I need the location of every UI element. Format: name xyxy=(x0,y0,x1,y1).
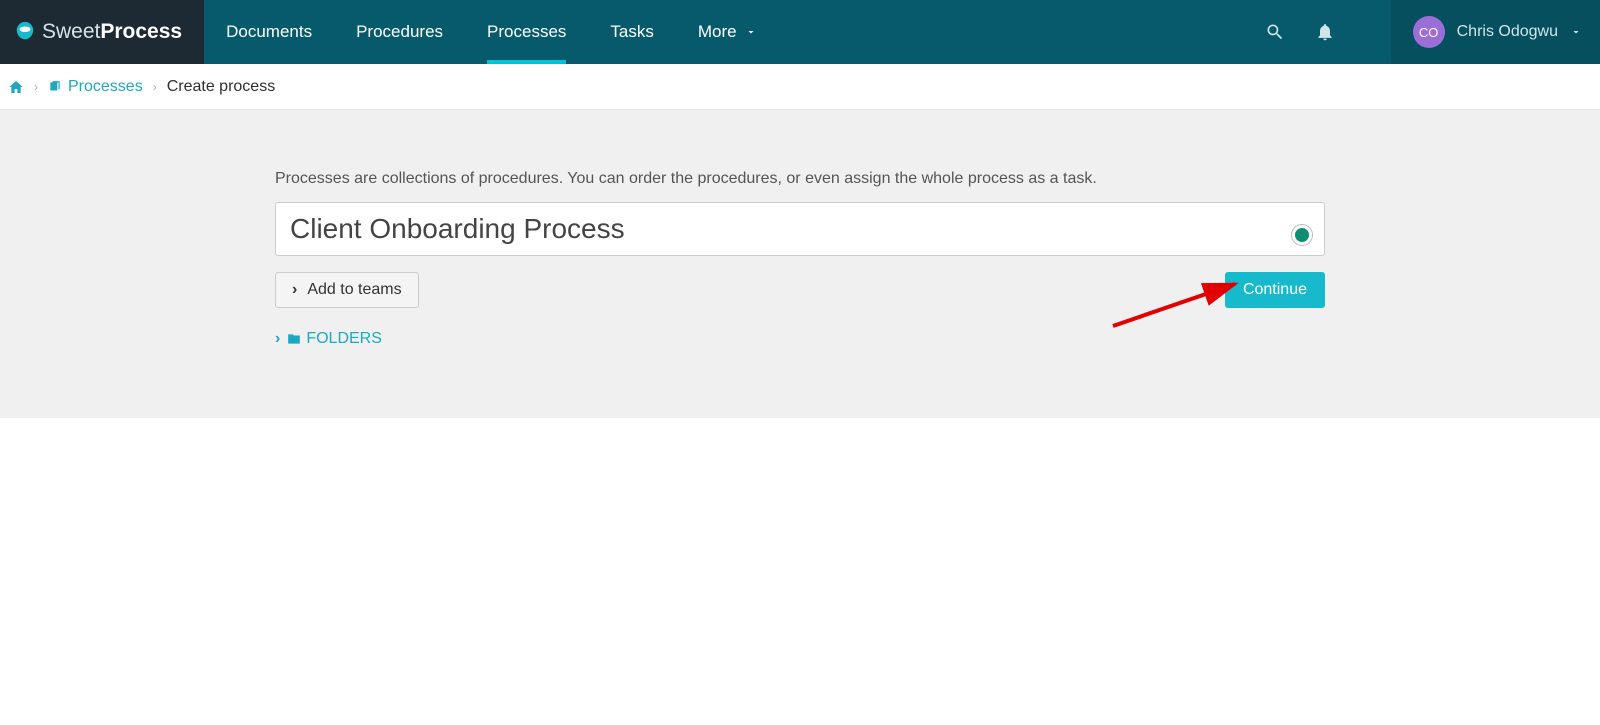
top-nav: SweetProcess Documents Procedures Proces… xyxy=(0,0,1600,64)
continue-label: Continue xyxy=(1243,281,1307,298)
bell-icon[interactable] xyxy=(1313,20,1337,44)
chevron-right-icon: › xyxy=(275,330,280,348)
nav-procedures-label: Procedures xyxy=(356,22,443,42)
content-area: Processes are collections of procedures.… xyxy=(0,110,1600,418)
form-hint: Processes are collections of procedures.… xyxy=(275,170,1325,188)
breadcrumb-separator: › xyxy=(34,80,38,94)
add-to-teams-label: Add to teams xyxy=(307,281,401,299)
top-right-icons: CO Chris Odogwu xyxy=(1263,0,1600,64)
user-menu[interactable]: CO Chris Odogwu xyxy=(1391,0,1600,64)
folder-icon xyxy=(286,332,302,346)
avatar: CO xyxy=(1413,16,1445,48)
nav-processes-label: Processes xyxy=(487,22,566,42)
chevron-down-icon xyxy=(1570,26,1582,38)
main-nav: Documents Procedures Processes Tasks Mor… xyxy=(204,0,779,64)
nav-processes[interactable]: Processes xyxy=(465,0,588,64)
nav-more-label: More xyxy=(698,22,737,42)
breadcrumb-current: Create process xyxy=(167,78,276,96)
breadcrumb-processes[interactable]: Processes xyxy=(48,78,143,96)
breadcrumb-separator: › xyxy=(153,80,157,94)
add-to-teams-button[interactable]: › Add to teams xyxy=(275,272,419,308)
breadcrumb: › Processes › Create process xyxy=(0,64,1600,110)
home-icon xyxy=(8,79,24,95)
nav-tasks-label: Tasks xyxy=(610,22,653,42)
folders-label: FOLDERS xyxy=(306,330,382,348)
brand-text: SweetProcess xyxy=(42,20,182,44)
nav-documents[interactable]: Documents xyxy=(204,0,334,64)
nav-tasks[interactable]: Tasks xyxy=(588,0,675,64)
folders-toggle[interactable]: › FOLDERS xyxy=(275,330,382,348)
chevron-down-icon xyxy=(745,26,757,38)
search-icon[interactable] xyxy=(1263,20,1287,44)
breadcrumb-processes-label: Processes xyxy=(68,78,143,96)
chevron-right-icon: › xyxy=(292,281,297,299)
continue-button[interactable]: Continue xyxy=(1225,272,1325,308)
brand-logo[interactable]: SweetProcess xyxy=(0,0,204,64)
nav-procedures[interactable]: Procedures xyxy=(334,0,465,64)
breadcrumb-home[interactable] xyxy=(8,79,24,95)
brand-icon xyxy=(14,21,36,43)
user-name: Chris Odogwu xyxy=(1457,23,1558,41)
grammarly-icon[interactable] xyxy=(1291,224,1313,246)
process-title-input[interactable] xyxy=(275,202,1325,256)
nav-more[interactable]: More xyxy=(676,0,779,64)
nav-documents-label: Documents xyxy=(226,22,312,42)
stack-icon xyxy=(48,80,62,94)
